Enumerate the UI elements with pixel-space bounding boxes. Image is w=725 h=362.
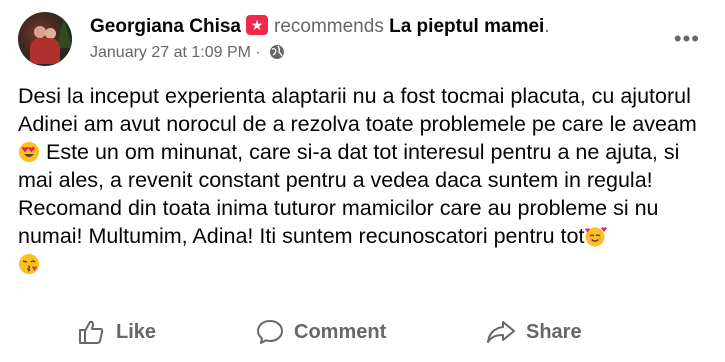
- page-suffix: .: [544, 16, 550, 37]
- post-actions: Like Comment Share: [0, 312, 725, 352]
- like-label: Like: [116, 320, 157, 343]
- avatar[interactable]: [18, 12, 72, 66]
- comment-label: Comment: [294, 320, 387, 343]
- like-button[interactable]: Like: [78, 312, 156, 352]
- timestamp[interactable]: January 27 at 1:09 PM: [90, 44, 251, 61]
- thumbs-up-icon: [79, 320, 104, 344]
- recommend-star-icon: [246, 15, 268, 35]
- share-arrow-icon: [487, 321, 515, 343]
- author-name[interactable]: Georgiana Chisa: [90, 16, 241, 37]
- post-title-line: Georgiana Chisa recommends La pieptul mam…: [90, 15, 550, 38]
- page-name[interactable]: La pieptul mamei: [389, 16, 544, 37]
- meta-separator: ·: [255, 44, 261, 61]
- share-label: Share: [526, 320, 582, 343]
- recommends-verb: recommends: [274, 16, 384, 37]
- globe-icon[interactable]: [269, 44, 285, 60]
- heart-eyes-emoji-icon: [19, 142, 39, 162]
- post-text-part2: Este un om minunat, care si-a dat tot in…: [18, 140, 680, 248]
- comment-bubble-icon: [257, 320, 283, 344]
- post-meta: January 27 at 1:09 PM ·: [90, 44, 285, 62]
- smiling-face-with-hearts-emoji-icon: [585, 227, 608, 247]
- post-text-part1: Desi la inceput experienta alaptarii nu …: [18, 84, 697, 136]
- share-button[interactable]: Share: [486, 312, 582, 352]
- post-body: Desi la inceput experienta alaptarii nu …: [18, 82, 708, 278]
- post-header: Georgiana Chisa recommends La pieptul mam…: [18, 12, 708, 66]
- more-options-icon[interactable]: •••: [674, 26, 700, 52]
- face-blowing-kiss-emoji-icon: [19, 254, 39, 274]
- comment-button[interactable]: Comment: [256, 312, 386, 352]
